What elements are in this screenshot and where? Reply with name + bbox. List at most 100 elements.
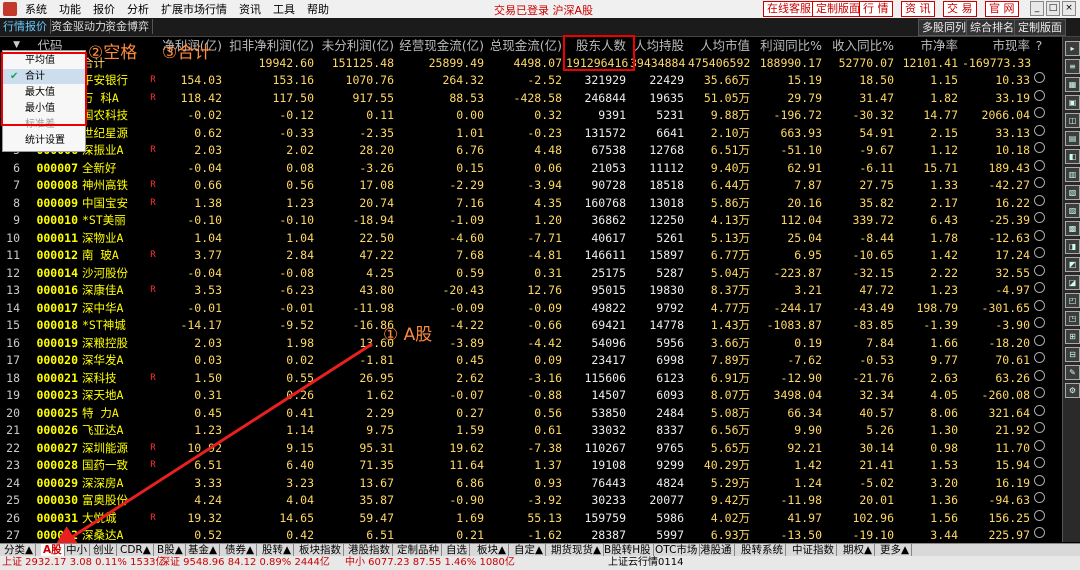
col-pcf[interactable]: 市现率	[962, 37, 1030, 54]
row-detail-icon[interactable]	[1032, 124, 1046, 142]
menu-item-news[interactable]: 资讯	[239, 1, 261, 17]
table-row[interactable]: 22 000027 深圳能源 R 10.92 9.15 95.31 19.62 -7.38 110…	[0, 439, 1062, 458]
row-detail-icon[interactable]	[1032, 352, 1046, 369]
row-detail-icon[interactable]	[1032, 282, 1046, 299]
tab-capital-game[interactable]: 资金博弈	[102, 19, 153, 34]
news-button[interactable]: 资 讯	[901, 1, 935, 17]
trade-button[interactable]: 交 易	[943, 1, 977, 17]
col-avg-holding[interactable]: 人均持股	[630, 37, 684, 54]
col-net-profit-adj[interactable]: 扣非净利润(亿)	[226, 37, 314, 54]
row-detail-icon[interactable]	[1032, 422, 1046, 439]
row-detail-icon[interactable]	[1032, 317, 1046, 334]
row-detail-icon[interactable]	[1032, 369, 1046, 387]
table-row[interactable]: 23 000028 国药一致 R 6.51 6.40 71.35 11.64 1.37 19108…	[0, 457, 1062, 475]
toolbar-tool-icon[interactable]: ▧	[1065, 185, 1080, 200]
table-row[interactable]: 17 000020 深华发A 0.03 0.02 -1.81 0.45 0.09 23417 69…	[0, 352, 1062, 370]
table-row[interactable]: 15 000018 *ST神城 -14.17 -9.52 -16.86 -4.22 -0.66…	[0, 317, 1062, 335]
col-profit-yoy[interactable]: 利润同比%	[754, 37, 822, 54]
row-detail-icon[interactable]	[1032, 404, 1046, 422]
menu-item-analysis[interactable]: 分析	[127, 1, 149, 17]
table-row[interactable]: 20 000025 特 力A 0.45 0.41 2.29 0.27 0.56 53850 248…	[0, 404, 1062, 423]
tab-capital-drive[interactable]: 资金驱动力	[48, 19, 110, 34]
toolbar-tool-icon[interactable]: ▦	[1065, 77, 1080, 92]
col-pb[interactable]: 市净率	[898, 37, 958, 54]
maximize-icon[interactable]: □	[1046, 1, 1060, 16]
menu-item-extended-market[interactable]: 扩展市场行情	[161, 1, 227, 17]
row-detail-icon[interactable]	[1032, 107, 1046, 124]
custom-layout-button[interactable]: 定制版面	[812, 1, 864, 17]
table-row[interactable]: 21 000026 飞亚达A 1.23 1.14 9.75 1.59 0.61 33032 833…	[0, 422, 1062, 440]
table-row[interactable]: 1000001平安银行R154.03153.161070.76264.32-2.…	[0, 72, 1062, 90]
toolbar-tool-icon[interactable]: ▣	[1065, 95, 1080, 110]
table-row[interactable]: 3000004国农科技-0.02-0.120.110.000.329391523…	[0, 107, 1062, 125]
table-row[interactable]: 26 000031 大悦城 R 19.32 14.65 59.47 1.69 55.13 1597…	[0, 509, 1062, 528]
toolbar-tool-icon[interactable]: ✎	[1065, 365, 1080, 380]
menu-item-sum[interactable]: ✔ 合计	[3, 69, 85, 84]
toolbar-tool-icon[interactable]: ◪	[1065, 275, 1080, 290]
table-row[interactable]: 11 000012 南 玻A R 3.77 2.84 47.22 7.68 -4.81 14661…	[0, 247, 1062, 265]
row-detail-icon[interactable]	[1032, 474, 1046, 492]
toolbar-tool-icon[interactable]: ▸	[1065, 41, 1080, 56]
menu-item-function[interactable]: 功能	[59, 1, 81, 17]
row-detail-icon[interactable]	[1032, 229, 1046, 247]
menu-item-average[interactable]: 平均值	[3, 53, 85, 68]
toolbar-tool-icon[interactable]: ▨	[1065, 203, 1080, 218]
table-row[interactable]: 10 000011 深物业A 1.04 1.04 22.50 -4.60 -7.71 40617…	[0, 229, 1062, 248]
menu-item-max[interactable]: 最大值	[3, 85, 85, 100]
table-row[interactable]: 25 000030 富奥股份 4.24 4.04 35.87 -0.90 -3.92 30233…	[0, 492, 1062, 510]
row-detail-icon[interactable]	[1032, 439, 1046, 457]
toolbar-tool-icon[interactable]: ◳	[1065, 311, 1080, 326]
table-row[interactable]: 2000002万 科AR118.42117.50917.5588.53-428.…	[0, 89, 1062, 108]
table-row[interactable]: 4000005世纪星源0.62-0.33-2.351.01-0.23131572…	[0, 124, 1062, 143]
row-detail-icon[interactable]	[1032, 72, 1046, 89]
col-shareholders[interactable]: 股东人数	[566, 37, 626, 54]
toolbar-tool-icon[interactable]: ≡	[1065, 59, 1080, 74]
menu-item-min[interactable]: 最小值	[3, 101, 85, 116]
quote-button[interactable]: 行 情	[859, 1, 893, 17]
table-row[interactable]: 13 000016 深康佳A R 3.53 -6.23 43.80 -20.43 12.76 95…	[0, 282, 1062, 300]
row-detail-icon[interactable]	[1032, 299, 1046, 317]
toolbar-tool-icon[interactable]: ▥	[1065, 167, 1080, 182]
minimize-icon[interactable]: _	[1030, 1, 1044, 16]
toolbar-tool-icon[interactable]: ⊞	[1065, 329, 1080, 344]
menu-item-system[interactable]: 系统	[25, 1, 47, 17]
help-icon[interactable]: ?	[1032, 37, 1046, 54]
table-row[interactable]: 18 000021 深科技 R 1.50 0.55 26.95 2.62 -3.16 115606…	[0, 369, 1062, 388]
row-detail-icon[interactable]	[1032, 334, 1046, 352]
col-undistributed[interactable]: 未分利润(亿)	[318, 37, 394, 54]
table-row[interactable]: 27 000032 深桑达A 0.52 0.42 6.51 0.21 -1.62 28387 59…	[0, 527, 1062, 545]
toolbar-tool-icon[interactable]: ◰	[1065, 293, 1080, 308]
table-row[interactable]: 14 000017 深中华A -0.01 -0.01 -11.98 -0.09 -0.09 49…	[0, 299, 1062, 318]
table-row[interactable]: 5000006深振业AR2.032.0228.206.764.486753812…	[0, 142, 1062, 160]
row-detail-icon[interactable]	[1032, 212, 1046, 229]
row-detail-icon[interactable]	[1032, 509, 1046, 527]
row-detail-icon[interactable]	[1032, 457, 1046, 474]
menu-item-stddev[interactable]: 标准差	[3, 117, 85, 132]
menu-item-help[interactable]: 帮助	[307, 1, 329, 17]
toolbar-tool-icon[interactable]: ◩	[1065, 257, 1080, 272]
menu-item-quote[interactable]: 报价	[93, 1, 115, 17]
tab-multi-stock[interactable]: 多股同列	[918, 19, 970, 36]
row-detail-icon[interactable]	[1032, 247, 1046, 264]
row-detail-icon[interactable]	[1032, 527, 1046, 544]
table-row[interactable]: 9 000010 *ST美丽 -0.10 -0.10 -18.94 -1.09 1.20 368…	[0, 212, 1062, 230]
table-row[interactable]: 6 000007 全新好 -0.04 0.08 -3.26 0.15 0.06 21053 111…	[0, 159, 1062, 178]
col-revenue-yoy[interactable]: 收入同比%	[826, 37, 894, 54]
toolbar-tool-icon[interactable]: ◫	[1065, 113, 1080, 128]
online-service-button[interactable]: 在线客服	[763, 1, 815, 17]
toolbar-tool-icon[interactable]: ⚙	[1065, 383, 1080, 398]
col-avg-market-value[interactable]: 人均市值	[688, 37, 750, 54]
tab-rank[interactable]: 综合排名	[966, 19, 1018, 36]
toolbar-tool-icon[interactable]: ⊟	[1065, 347, 1080, 362]
menu-item-stat-settings[interactable]: 统计设置	[3, 133, 85, 148]
toolbar-tool-icon[interactable]: ◨	[1065, 239, 1080, 254]
row-detail-icon[interactable]	[1032, 89, 1046, 107]
table-row[interactable]: 12 000014 沙河股份 -0.04 -0.08 4.25 0.59 0.31 25175 5…	[0, 264, 1062, 283]
col-total-cash[interactable]: 总现金流(亿)	[488, 37, 562, 54]
row-detail-icon[interactable]	[1032, 142, 1046, 159]
table-row[interactable]: 16 000019 深粮控股 2.03 1.98 13.60 -3.89 -4.42 54096…	[0, 334, 1062, 353]
row-detail-icon[interactable]	[1032, 194, 1046, 212]
row-detail-icon[interactable]	[1032, 159, 1046, 177]
menu-item-tools[interactable]: 工具	[273, 1, 295, 17]
table-row[interactable]: 7 000008 神州高铁 R 0.66 0.56 17.08 -2.29 -3.94 90728…	[0, 177, 1062, 195]
